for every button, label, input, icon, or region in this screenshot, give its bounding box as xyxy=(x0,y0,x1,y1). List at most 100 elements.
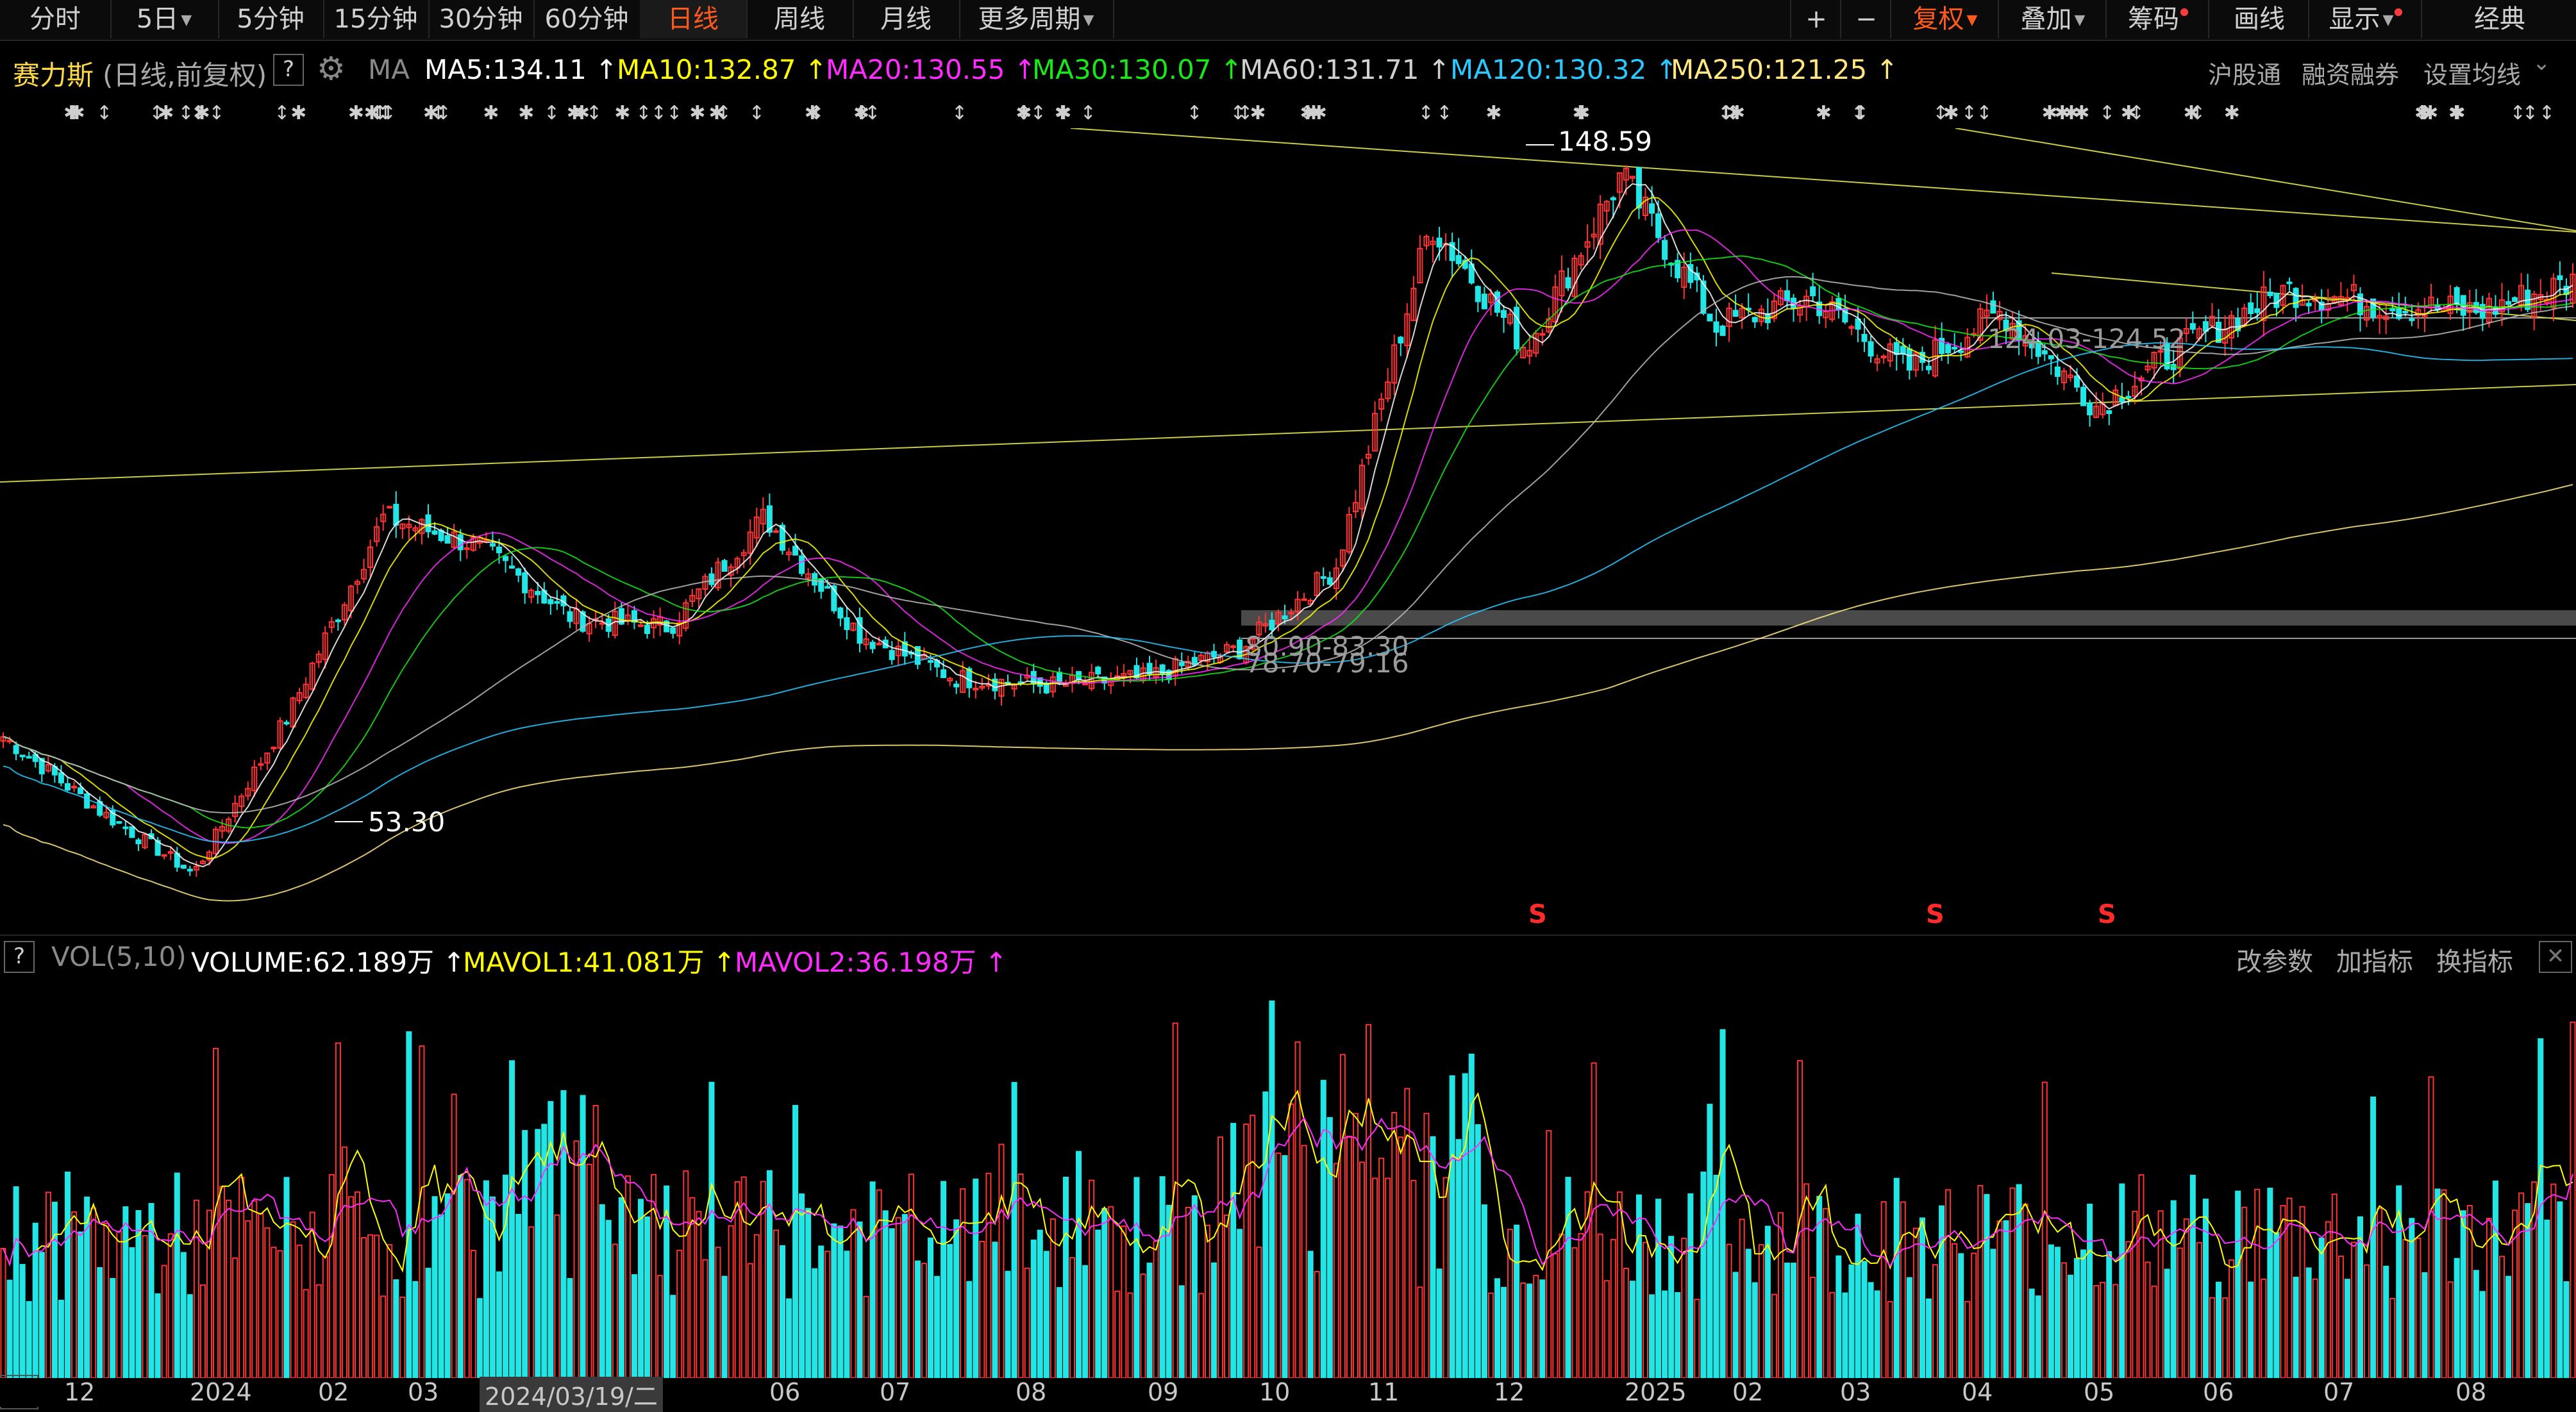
volume-bar xyxy=(1333,1163,1339,1378)
event-marker-icon[interactable]: ↕ xyxy=(2099,102,2115,124)
set-ma-link[interactable]: 设置均线 xyxy=(2423,55,2521,90)
ma-legend-item[interactable]: MA120:130.32 ↑ xyxy=(1450,54,1678,85)
event-marker-icon[interactable]: ✱ xyxy=(518,102,534,124)
ma-legend-item[interactable]: MA20:130.55 ↑ xyxy=(826,54,1036,85)
ma-legend-item[interactable]: MA60:131.71 ↑ xyxy=(1240,54,1450,85)
event-marker-icon[interactable]: ✱ xyxy=(483,102,499,124)
event-marker-icon[interactable]: ↕ xyxy=(1030,102,1046,124)
chevron-down-icon[interactable]: ⌄ xyxy=(2532,50,2551,76)
event-marker-icon[interactable]: ✱ xyxy=(689,102,705,124)
event-marker-icon[interactable]: ✱ xyxy=(574,102,590,124)
period-tab-60min[interactable]: 60分钟 xyxy=(533,0,641,38)
event-marker-icon[interactable]: ✱ xyxy=(2073,102,2089,124)
volume-help-button[interactable]: ? xyxy=(4,941,35,973)
event-marker-icon[interactable]: ↕ xyxy=(2417,102,2433,124)
s-signal-marker[interactable]: S xyxy=(1926,900,1945,929)
event-marker-icon[interactable]: ↕ xyxy=(2522,102,2538,124)
period-tab-30min[interactable]: 30分钟 xyxy=(428,0,535,38)
period-tab-daily[interactable]: 日线 xyxy=(640,0,748,38)
gear-icon[interactable]: ⚙ xyxy=(317,50,346,87)
event-marker-icon[interactable]: ↕ xyxy=(96,102,112,124)
event-marker-icon[interactable]: ✱ xyxy=(194,102,210,124)
event-marker-icon[interactable]: ✱ xyxy=(348,102,364,124)
up-arrow-icon: ↑ xyxy=(984,947,1008,978)
ma-legend-item[interactable]: MA250:121.25 ↑ xyxy=(1671,54,1898,85)
event-marker-icon[interactable]: ↕ xyxy=(1016,102,1032,124)
ma-legend-item[interactable]: MA30:130.07 ↑ xyxy=(1032,54,1242,85)
event-marker-icon[interactable]: ↕ xyxy=(1851,102,1867,124)
period-tab-5day[interactable]: 5日 ▼ xyxy=(110,0,219,38)
event-marker-icon[interactable]: ↕ xyxy=(66,102,82,124)
event-marker-icon[interactable]: ✱ xyxy=(2054,102,2070,124)
event-marker-icon[interactable]: ↕ xyxy=(2539,102,2555,124)
event-marker-icon[interactable]: ✱ xyxy=(423,102,439,124)
period-tab-weekly[interactable]: 周线 xyxy=(746,0,854,38)
period-tab-monthly[interactable]: 月线 xyxy=(853,0,960,38)
margin-trading-link[interactable]: 融资融券 xyxy=(2302,55,2399,90)
event-marker-icon[interactable]: ↕ xyxy=(635,102,651,124)
event-marker-icon[interactable]: ↕ xyxy=(1976,102,1992,124)
volume-bar xyxy=(2177,1247,2183,1378)
event-marker-icon[interactable]: ✱ xyxy=(614,102,630,124)
display-button[interactable]: 显示 ▼ xyxy=(2308,0,2422,38)
edit-params-link[interactable]: 改参数 xyxy=(2236,941,2313,978)
event-marker-icon[interactable]: ✱ xyxy=(1485,102,1501,124)
s-signal-marker[interactable]: S xyxy=(1528,900,1547,929)
indicator-name[interactable]: MA xyxy=(368,54,410,85)
volume-indicator-title[interactable]: VOL(5,10) xyxy=(51,941,187,972)
event-marker-icon[interactable]: ✱ xyxy=(2121,102,2137,124)
event-marker-icon[interactable]: ✱ xyxy=(158,102,174,124)
event-marker-icon[interactable]: ↕ xyxy=(1718,102,1734,124)
overlay-button[interactable]: 叠加 ▼ xyxy=(1998,0,2107,38)
event-marker-icon[interactable]: ↕ xyxy=(808,102,824,124)
event-marker-icon[interactable]: ↕ xyxy=(715,102,732,124)
event-marker-icon[interactable]: ↕ xyxy=(666,102,682,124)
event-marker-icon[interactable]: ↕ xyxy=(951,102,967,124)
event-marker-icon[interactable]: ✱ xyxy=(1300,102,1316,124)
event-marker-icon[interactable]: ↕ xyxy=(178,102,194,124)
period-tab-15min[interactable]: 15分钟 xyxy=(323,0,430,38)
zoom-out-button[interactable]: − xyxy=(1840,0,1891,38)
hk-connect-link[interactable]: 沪股通 xyxy=(2208,55,2281,90)
event-marker-icon[interactable]: ↕ xyxy=(274,102,290,124)
add-indicator-link[interactable]: 加指标 xyxy=(2336,941,2413,978)
event-marker-icon[interactable]: ✱ xyxy=(1055,102,1071,124)
event-marker-icon[interactable]: ↕ xyxy=(1186,102,1202,124)
classic-view-button[interactable]: 经典 xyxy=(2421,0,2576,38)
help-button[interactable]: ? xyxy=(273,54,304,86)
event-marker-icon[interactable]: ✱ xyxy=(2450,102,2466,124)
period-tab-intraday[interactable]: 分时 xyxy=(0,0,112,38)
event-marker-icon[interactable]: ↕ xyxy=(1230,102,1246,124)
event-marker-icon[interactable]: ✱ xyxy=(2183,102,2199,124)
event-marker-icon[interactable]: ↕ xyxy=(1961,102,1977,124)
close-icon[interactable]: ✕ xyxy=(2539,941,2572,973)
event-marker-icon[interactable]: ↕ xyxy=(1932,102,1948,124)
ma-legend-item[interactable]: MA5:134.11 ↑ xyxy=(424,54,617,85)
event-marker-icon[interactable]: ✱ xyxy=(853,102,869,124)
ma-legend-item[interactable]: MA10:132.87 ↑ xyxy=(617,54,827,85)
period-tab-5min[interactable]: 5分钟 xyxy=(218,0,324,38)
volume-chart[interactable] xyxy=(0,976,2576,1378)
event-marker-icon[interactable]: ↕ xyxy=(208,102,224,124)
event-marker-icon[interactable]: ✱ xyxy=(1816,102,1832,124)
volume-bar xyxy=(2164,1268,2170,1378)
event-marker-icon[interactable]: ↕ xyxy=(749,102,765,124)
event-marker-icon[interactable]: ↕ xyxy=(380,102,396,124)
switch-indicator-link[interactable]: 换指标 xyxy=(2436,941,2513,978)
event-marker-icon[interactable]: ✱ xyxy=(1250,102,1266,124)
event-marker-icon[interactable]: ↕ xyxy=(544,102,560,124)
chips-button[interactable]: 筹码 xyxy=(2105,0,2209,38)
volume-bar xyxy=(1642,1242,1649,1378)
draw-line-button[interactable]: 画线 xyxy=(2208,0,2309,38)
event-marker-icon[interactable]: ✱ xyxy=(2224,102,2240,124)
event-marker-icon[interactable]: ✱ xyxy=(1574,102,1590,124)
adjust-rights-button[interactable]: 复权 ▼ xyxy=(1890,0,1999,38)
zoom-in-button[interactable]: + xyxy=(1790,0,1841,38)
period-tab-more[interactable]: 更多周期 ▼ xyxy=(959,0,1114,38)
event-marker-icon[interactable]: ↕ xyxy=(651,102,667,124)
event-marker-icon[interactable]: ✱ xyxy=(290,102,306,124)
event-marker-icon[interactable]: ↕ xyxy=(1436,102,1452,124)
event-marker-icon[interactable]: ↕ xyxy=(1080,102,1096,124)
event-marker-icon[interactable]: ↕ xyxy=(1418,102,1434,124)
s-signal-marker[interactable]: S xyxy=(2098,900,2116,929)
